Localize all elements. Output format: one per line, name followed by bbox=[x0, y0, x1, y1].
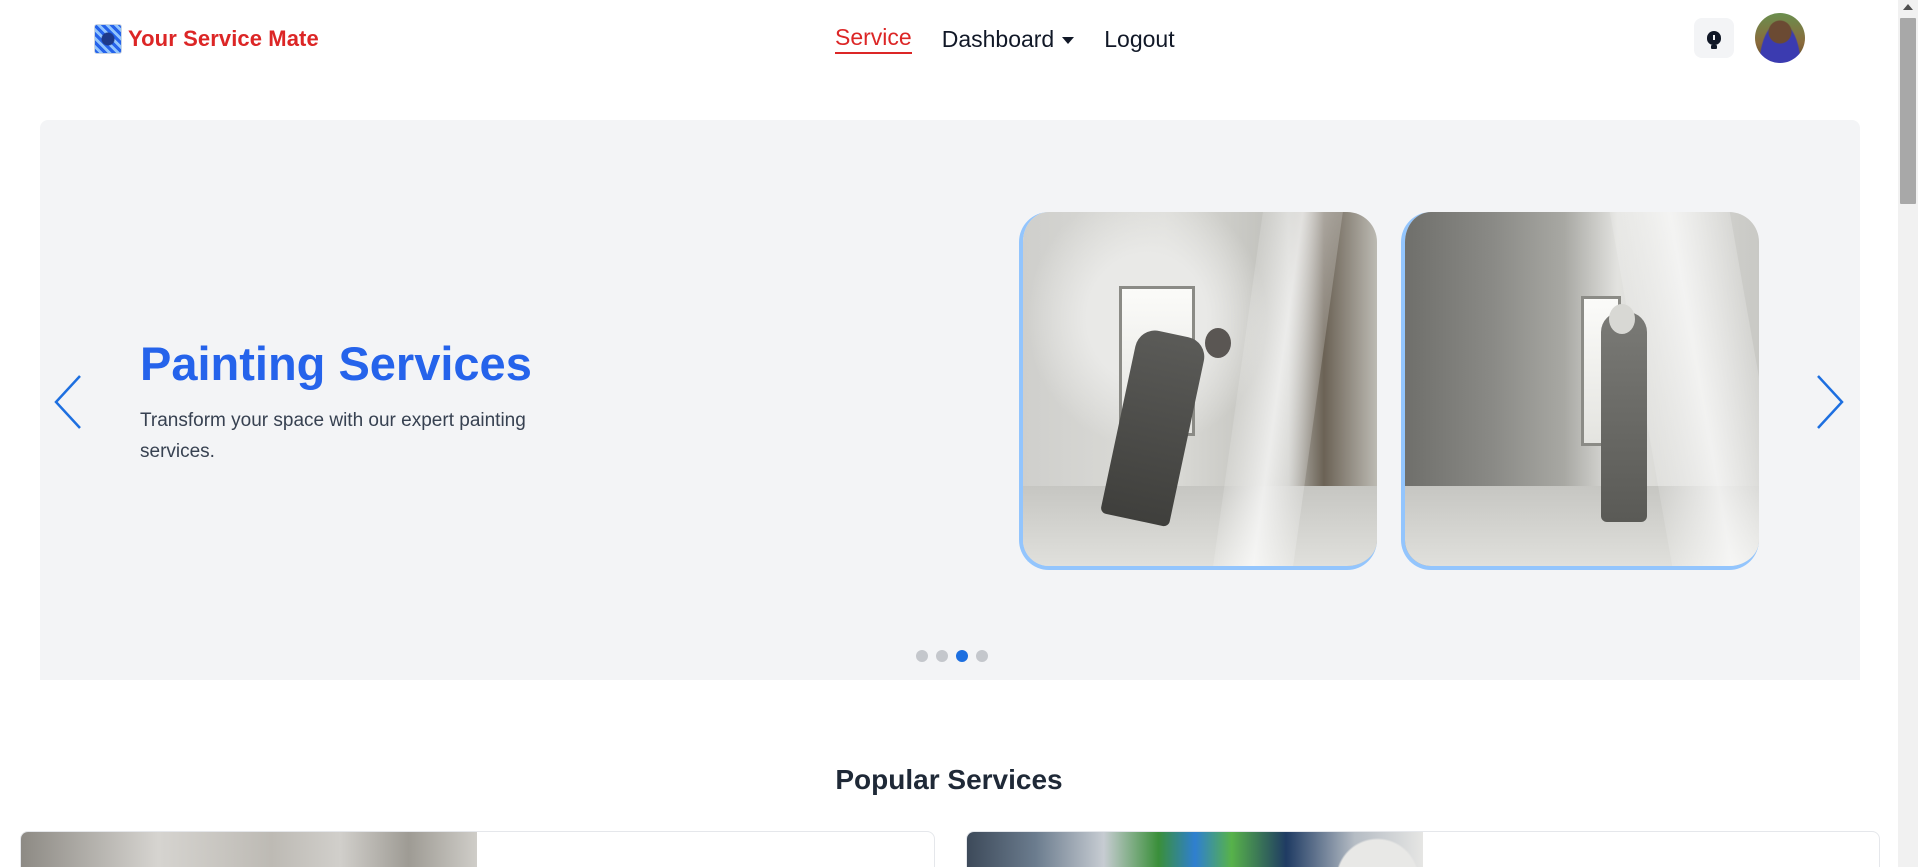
service-card[interactable] bbox=[20, 831, 935, 867]
brand-name: Your Service Mate bbox=[128, 26, 319, 51]
page-scrollbar[interactable] bbox=[1898, 0, 1918, 867]
carousel-dot-2[interactable] bbox=[936, 650, 948, 662]
nav-link-dashboard: Dashboard bbox=[941, 25, 1055, 52]
scroll-up-arrow-icon[interactable] bbox=[1903, 4, 1913, 10]
nav-dropdown-dashboard[interactable]: Dashboard bbox=[942, 26, 1075, 53]
service-card-image bbox=[21, 832, 477, 867]
carousel-next-button[interactable] bbox=[1812, 372, 1848, 432]
chevron-right-icon bbox=[1817, 375, 1844, 429]
painter-spraying-wall-photo bbox=[1405, 212, 1759, 566]
service-card-image bbox=[967, 832, 1423, 867]
photo-worker bbox=[1601, 312, 1647, 522]
carousel-dot-3[interactable] bbox=[956, 650, 968, 662]
nav-link-logout[interactable]: Logout bbox=[1104, 26, 1174, 53]
caret-down-icon bbox=[1062, 37, 1075, 44]
brand-logo-icon bbox=[94, 24, 122, 54]
carousel-dot-1[interactable] bbox=[916, 650, 928, 662]
hero-description: Transform your space with our expert pai… bbox=[140, 410, 526, 462]
photo-floor bbox=[1023, 486, 1377, 566]
hero-carousel: Painting Services Transform your space w… bbox=[40, 120, 1860, 680]
slide-image-2 bbox=[1401, 212, 1759, 570]
main-nav: Service Dashboard Logout bbox=[835, 24, 1175, 54]
lightbulb-icon bbox=[1707, 31, 1721, 49]
theme-toggle-button[interactable] bbox=[1694, 18, 1734, 58]
brand-link[interactable]: Your Service Mate bbox=[94, 24, 319, 54]
scrollbar-thumb[interactable] bbox=[1900, 18, 1916, 204]
photo-worker-head bbox=[1609, 304, 1635, 334]
photo-worker-head bbox=[1205, 328, 1231, 358]
carousel-dot-4[interactable] bbox=[976, 650, 988, 662]
carousel-dots bbox=[916, 650, 988, 662]
chevron-left-icon bbox=[54, 375, 81, 429]
navbar: Your Service Mate Service Dashboard Logo… bbox=[0, 0, 1898, 80]
hero-title: Painting Services bbox=[140, 337, 532, 390]
service-card[interactable] bbox=[966, 831, 1880, 867]
nav-link-service[interactable]: Service bbox=[835, 24, 912, 54]
popular-services-title: Popular Services bbox=[835, 764, 1063, 795]
user-avatar[interactable] bbox=[1755, 13, 1805, 63]
carousel-prev-button[interactable] bbox=[50, 372, 86, 432]
slide-image-1 bbox=[1019, 212, 1377, 570]
painter-spraying-photo bbox=[1023, 212, 1377, 566]
